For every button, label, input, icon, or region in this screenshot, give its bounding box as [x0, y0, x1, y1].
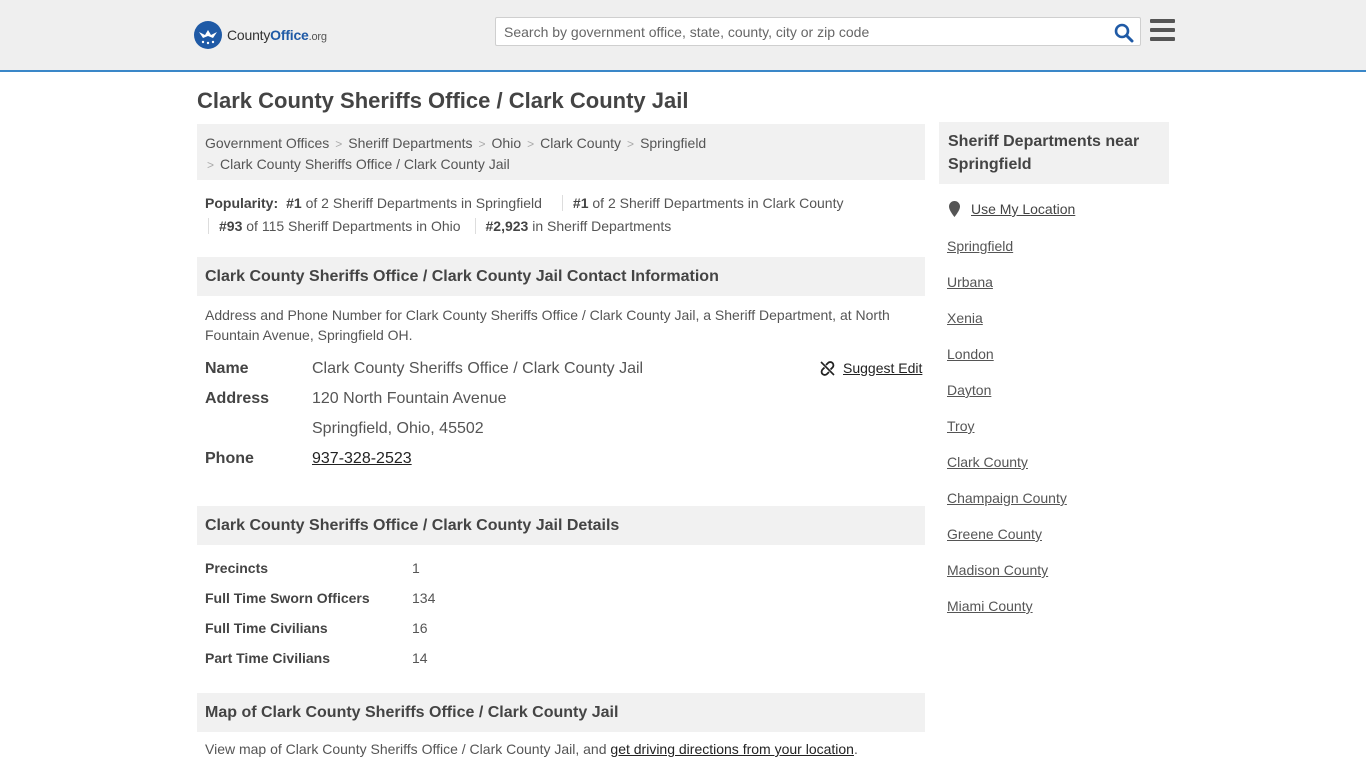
broken-link-icon [820, 360, 835, 376]
detail-value: 16 [412, 620, 428, 636]
suggest-edit-label: Suggest Edit [843, 360, 923, 376]
name-label: Name [205, 360, 249, 377]
map-pin-icon [949, 201, 960, 217]
phone-value: 937-328-2523 [312, 450, 412, 468]
breadcrumb-sheriff-departments[interactable]: Sheriff Departments [348, 135, 472, 151]
breadcrumb-ohio[interactable]: Ohio [492, 135, 522, 151]
search-input[interactable] [496, 18, 1106, 45]
contact-description: Address and Phone Number for Clark Count… [205, 307, 890, 343]
sidebar-heading: Sheriff Departments near Springfield [939, 122, 1169, 184]
breadcrumb-springfield[interactable]: Springfield [640, 135, 706, 151]
detail-label: Full Time Civilians [205, 620, 328, 636]
name-value: Clark County Sheriffs Office / Clark Cou… [312, 360, 644, 377]
detail-value: 14 [412, 650, 428, 666]
phone-link[interactable]: 937-328-2523 [312, 450, 412, 467]
popularity-item: #93 of 115 Sheriff Departments in Ohio [208, 218, 471, 234]
breadcrumb-clark-county[interactable]: Clark County [540, 135, 621, 151]
popularity-item: #1 of 2 Sheriff Departments in Springfie… [286, 195, 542, 211]
detail-label: Part Time Civilians [205, 650, 331, 666]
chevron-right-icon: > [207, 158, 215, 172]
chevron-right-icon: > [335, 137, 343, 151]
logo-text: CountyOffice.org [227, 27, 327, 43]
sidebar-link-miami-county[interactable]: Miami County [947, 598, 1033, 614]
breadcrumb-government-offices[interactable]: Government Offices [205, 135, 329, 151]
details-heading: Clark County Sheriffs Office / Clark Cou… [197, 506, 925, 545]
sidebar-link-dayton[interactable]: Dayton [947, 382, 991, 398]
search-bar [495, 17, 1141, 46]
popularity-item: #1 of 2 Sheriff Departments in Clark Cou… [561, 195, 854, 211]
hamburger-menu-icon[interactable] [1150, 19, 1175, 41]
page-title: Clark County Sheriffs Office / Clark Cou… [197, 88, 689, 113]
map-heading: Map of Clark County Sheriffs Office / Cl… [197, 693, 925, 732]
sidebar-link-xenia[interactable]: Xenia [947, 310, 983, 326]
detail-label: Full Time Sworn Officers [205, 590, 370, 606]
driving-directions-link[interactable]: get driving directions from your locatio… [610, 741, 854, 757]
sidebar-link-london[interactable]: London [947, 346, 994, 362]
chevron-right-icon: > [527, 137, 535, 151]
sidebar-link-springfield[interactable]: Springfield [947, 238, 1013, 254]
popularity-item: #2,923 in Sheriff Departments [474, 218, 682, 234]
chevron-right-icon: > [478, 137, 486, 151]
use-location: Use My Location [948, 201, 1075, 217]
phone-label: Phone [205, 450, 254, 467]
search-icon[interactable] [1114, 23, 1134, 43]
sidebar-link-urbana[interactable]: Urbana [947, 274, 993, 290]
popularity-label: Popularity: [205, 195, 279, 211]
sidebar-link-champaign-county[interactable]: Champaign County [947, 490, 1067, 506]
use-my-location-link[interactable]: Use My Location [971, 201, 1075, 217]
logo-eagle-icon [194, 21, 222, 49]
address-line1: 120 North Fountain Avenue [312, 390, 507, 407]
top-header: CountyOffice.org [0, 0, 1366, 72]
sidebar-link-greene-county[interactable]: Greene County [947, 526, 1042, 542]
site-logo[interactable]: CountyOffice.org [194, 21, 327, 49]
detail-label: Precincts [205, 560, 269, 576]
sidebar-link-madison-county[interactable]: Madison County [947, 562, 1048, 578]
sidebar-link-clark-county[interactable]: Clark County [947, 454, 1028, 470]
map-description: View map of Clark County Sheriffs Office… [205, 741, 858, 757]
popularity-block: Popularity: #1 of 2 Sheriff Departments i… [205, 192, 925, 238]
breadcrumb: Government Offices > Sheriff Departments > O… [197, 124, 925, 180]
sidebar-link-troy[interactable]: Troy [947, 418, 974, 434]
contact-heading: Clark County Sheriffs Office / Clark Cou… [197, 257, 925, 296]
chevron-right-icon: > [627, 137, 635, 151]
breadcrumb-current: Clark County Sheriffs Office / Clark Cou… [220, 156, 510, 172]
address-line2: Springfield, Ohio, 45502 [312, 420, 484, 437]
suggest-edit-link[interactable]: Suggest Edit [820, 360, 922, 376]
detail-value: 1 [412, 560, 420, 576]
address-label: Address [205, 390, 270, 407]
detail-value: 134 [412, 590, 436, 606]
